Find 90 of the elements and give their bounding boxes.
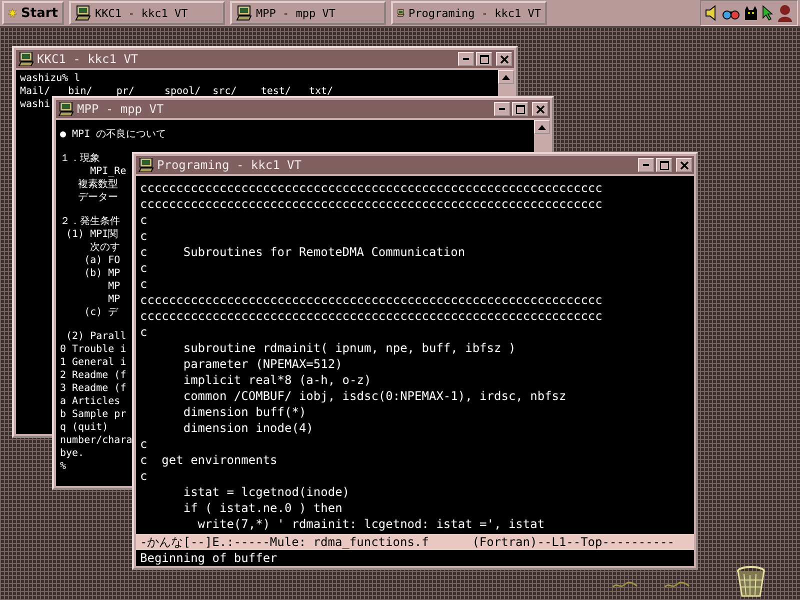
terminal-line: Mail/ bin/ pr/ spool/ src/ test/ txt/ bbox=[20, 85, 334, 98]
maximize-icon bbox=[480, 54, 488, 64]
terminal-line: 3 Readme (f bbox=[60, 382, 126, 395]
minibuffer: Beginning of buffer bbox=[136, 550, 694, 566]
terminal-line: bye. bbox=[60, 447, 84, 460]
terminal-icon bbox=[236, 5, 252, 21]
squiggle-icon[interactable] bbox=[612, 580, 638, 590]
taskbar-button[interactable]: Programing - kkc1 VT bbox=[391, 1, 547, 25]
terminal-line: (c) デ bbox=[83, 306, 118, 319]
cursor-icon[interactable] bbox=[762, 5, 774, 21]
maximize-icon bbox=[660, 160, 668, 170]
code-line: common /COMBUF/ iobj, isdsc(0:NPEMAX-1), irdsc, nbfsz bbox=[182, 388, 566, 404]
terminal-line: ● MPI の不良について bbox=[60, 128, 166, 141]
terminal-line: MP bbox=[107, 280, 120, 293]
squiggle-icon[interactable] bbox=[664, 580, 690, 590]
minimize-button[interactable] bbox=[638, 158, 654, 172]
terminal-line: % bbox=[60, 460, 66, 473]
wastebasket-icon[interactable] bbox=[736, 566, 766, 598]
code-line: if ( istat.ne.0 ) then bbox=[182, 500, 342, 516]
minimize-icon bbox=[463, 58, 469, 60]
code-line: istat = lcgetnod(inode) bbox=[182, 484, 350, 500]
terminal-line: MP bbox=[107, 293, 120, 306]
code-line: c bbox=[140, 260, 148, 276]
code-line: dimension buff(*) bbox=[182, 404, 306, 420]
scroll-up-button[interactable] bbox=[498, 70, 514, 84]
close-button[interactable] bbox=[532, 102, 548, 116]
code-line: write(7,*) ' rdmainit: lcgetnod: istat =', istat bbox=[196, 516, 545, 532]
code-line: subroutine rdmainit( ipnum, npe, buff, ibfsz ) bbox=[182, 340, 516, 356]
code-line: cccccccccccccccccccccccccccccccccccccccccccccccccccccccccccccccc bbox=[140, 196, 602, 212]
up-arrow-icon bbox=[538, 124, 546, 130]
up-arrow-icon bbox=[502, 74, 510, 80]
cat-icon[interactable] bbox=[743, 5, 759, 21]
code-line: c bbox=[140, 276, 148, 292]
close-button[interactable] bbox=[676, 158, 692, 172]
maximize-button[interactable] bbox=[656, 158, 672, 172]
code-line: c Subroutines for RemoteDMA Communication bbox=[140, 244, 466, 260]
code-line: dimension inode(4) bbox=[182, 420, 314, 436]
taskbar-button[interactable]: MPP - mpp VT bbox=[230, 1, 386, 25]
code-line: c bbox=[140, 468, 148, 484]
code-line: c bbox=[140, 228, 148, 244]
close-button[interactable] bbox=[496, 52, 512, 66]
close-icon bbox=[536, 104, 544, 114]
code-line: cccccccccccccccccccccccccccccccccccccccccccccccccccccccccccccccc bbox=[140, 292, 602, 308]
terminal-line: 0 Trouble i bbox=[60, 343, 126, 356]
terminal-icon bbox=[75, 5, 91, 21]
minimize-icon bbox=[499, 108, 505, 110]
terminal-line: 2 Readme (f bbox=[60, 369, 126, 382]
maximize-icon bbox=[516, 104, 524, 114]
terminal-line: 次のす bbox=[89, 241, 120, 254]
window-title: MPP - mpp VT bbox=[77, 102, 164, 116]
terminal-line: MPI_Re bbox=[89, 165, 126, 178]
terminal-line: (b) MP bbox=[83, 267, 120, 280]
terminal-line: 1 General i bbox=[60, 356, 126, 369]
code-line: c get environments bbox=[140, 452, 278, 468]
scroll-up-button[interactable] bbox=[534, 120, 550, 134]
code-line: parameter (NPEMAX=512) bbox=[182, 356, 342, 372]
code-line: c bbox=[140, 324, 148, 340]
close-icon bbox=[500, 54, 508, 64]
code-line: cccccccccccccccccccccccccccccccccccccccccccccccccccccccccccccccc bbox=[140, 180, 602, 196]
terminal-line: (a) FO bbox=[83, 254, 120, 267]
terminal-icon bbox=[18, 52, 34, 66]
terminal-line: ２．発生条件 bbox=[60, 215, 120, 228]
window-title: Programing - kkc1 VT bbox=[157, 158, 302, 172]
code-line: c bbox=[140, 212, 148, 228]
terminal-line: b Sample pr bbox=[60, 408, 126, 421]
terminal-line: １．現象 bbox=[60, 152, 100, 165]
terminal-line: (2) Parall bbox=[65, 330, 126, 343]
terminal-icon bbox=[138, 158, 154, 172]
taskbar-button[interactable]: KKC1 - kkc1 VT bbox=[69, 1, 225, 25]
close-icon bbox=[680, 160, 688, 170]
maximize-button[interactable] bbox=[512, 102, 528, 116]
maximize-button[interactable] bbox=[476, 52, 492, 66]
minimize-button[interactable] bbox=[494, 102, 510, 116]
terminal-icon bbox=[58, 102, 74, 116]
terminal-line: (1) MPI関 bbox=[65, 228, 118, 241]
avatar-icon[interactable] bbox=[777, 4, 793, 22]
window-title: KKC1 - kkc1 VT bbox=[37, 52, 138, 66]
code-line: cccccccccccccccccccccccccccccccccccccccccccccccccccccccccccccccc bbox=[140, 308, 602, 324]
terminal-line: データー bbox=[77, 191, 118, 204]
minimize-button[interactable] bbox=[458, 52, 474, 66]
start-button[interactable]: Start bbox=[2, 1, 64, 25]
terminal-line: 複素数型 bbox=[77, 178, 118, 191]
terminal-line: q (quit) bbox=[60, 421, 108, 434]
code-line: c bbox=[140, 436, 148, 452]
terminal-line: number/chara bbox=[60, 434, 132, 447]
terminal-line: washizu% l bbox=[20, 72, 80, 85]
code-line: implicit real*8 (a-h, o-z) bbox=[182, 372, 372, 388]
terminal-line: a Articles bbox=[60, 395, 120, 408]
terminal-line: washi bbox=[20, 98, 50, 111]
minimize-icon bbox=[643, 164, 649, 166]
